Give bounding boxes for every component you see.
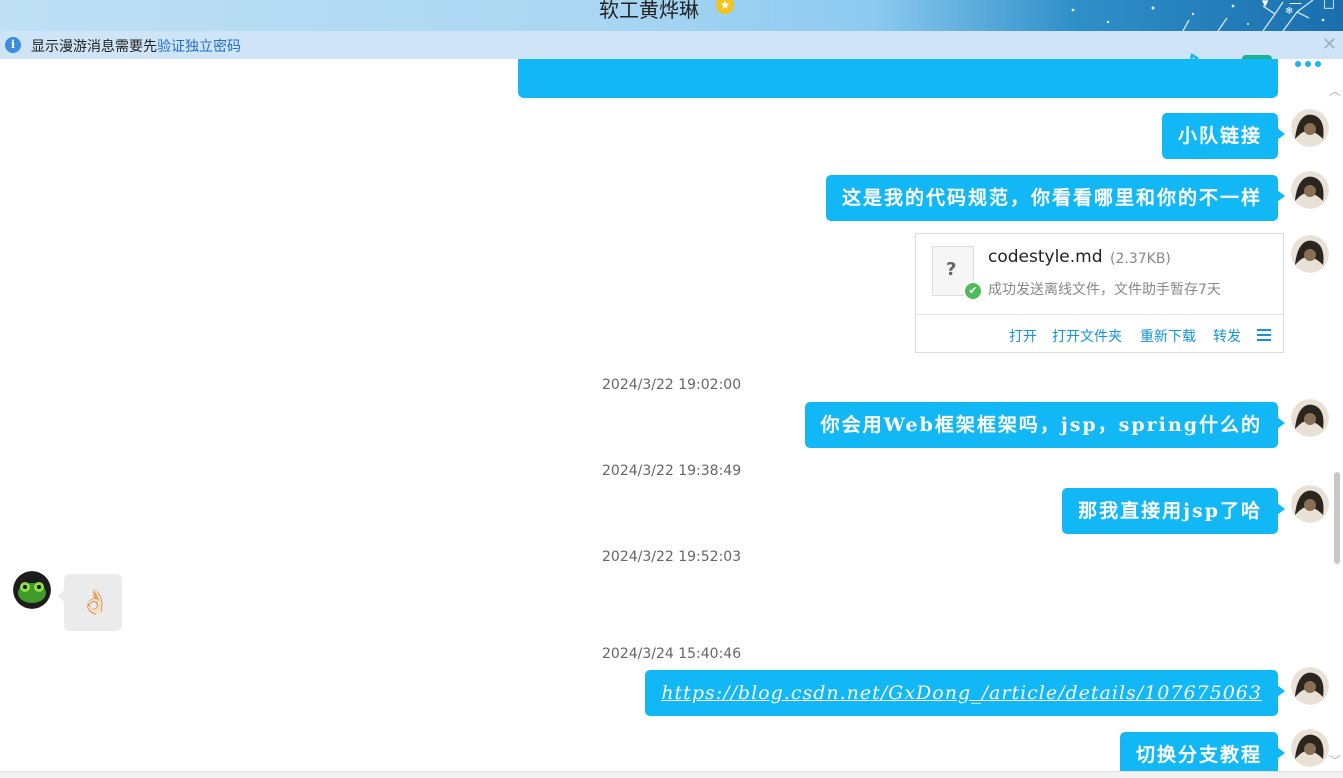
message-list[interactable]: 小队链接 这是我的代码规范，你看看哪里和你的不一样 ? ✔ codestyle.… bbox=[0, 53, 1343, 778]
minimize-icon[interactable]: — bbox=[1289, 0, 1302, 11]
self-avatar[interactable] bbox=[1291, 485, 1329, 523]
menu-icon[interactable] bbox=[1257, 329, 1271, 341]
scroll-up-icon[interactable]: ︿ bbox=[1329, 82, 1341, 99]
divider bbox=[916, 314, 1283, 315]
self-avatar[interactable] bbox=[1291, 399, 1329, 437]
dropdown-icon[interactable]: ▾ bbox=[1262, 0, 1269, 11]
timestamp: 2024/3/22 19:02:00 bbox=[602, 377, 742, 393]
star-badge-icon: ★ bbox=[716, 0, 734, 14]
redownload-button[interactable]: 重新下载 bbox=[1140, 326, 1196, 346]
chat-window: 软工黄烨琳 ★ ❄ ▾ — □ i 显示漫游消息需要先验证独立密码 ✕ 小队链接… bbox=[0, 0, 1343, 778]
open-file-button[interactable]: 打开 bbox=[1009, 326, 1037, 346]
link-message-bubble[interactable]: https://blog.csdn.net/GxDong_/article/de… bbox=[645, 670, 1285, 716]
window-title: 软工黄烨琳 bbox=[599, 0, 699, 22]
notice-text: 显示漫游消息需要先验证独立密码 bbox=[31, 36, 241, 56]
more-icon[interactable] bbox=[1294, 59, 1324, 69]
timestamp: 2024/3/22 19:52:03 bbox=[602, 549, 742, 565]
file-size: (2.37KB) bbox=[1110, 251, 1171, 267]
message-bubble[interactable]: 那我直接用jsp了哈 bbox=[1062, 488, 1285, 534]
input-area-divider bbox=[0, 771, 1343, 778]
self-avatar[interactable] bbox=[1291, 729, 1329, 767]
message-bubble[interactable]: 你会用Web框架框架吗，jsp，spring什么的 bbox=[804, 402, 1286, 448]
scroll-down-icon[interactable]: ﹀ bbox=[1329, 752, 1341, 769]
notice-prefix: 显示漫游消息需要先 bbox=[31, 39, 157, 55]
forward-button[interactable]: 转发 bbox=[1213, 326, 1241, 346]
info-icon: i bbox=[5, 37, 21, 53]
timestamp: 2024/3/22 19:38:49 bbox=[602, 463, 742, 479]
notice-bar: i 显示漫游消息需要先验证独立密码 ✕ bbox=[0, 31, 1343, 59]
message-bubble[interactable]: 小队链接 bbox=[1161, 113, 1286, 159]
message-bubble[interactable]: 这是我的代码规范，你看看哪里和你的不一样 bbox=[825, 175, 1286, 221]
timestamp: 2024/3/24 15:40:46 bbox=[602, 646, 742, 662]
window-controls[interactable]: ▾ — □ bbox=[1262, 0, 1335, 11]
close-icon[interactable]: ✕ bbox=[1322, 34, 1337, 55]
scrollbar-thumb[interactable] bbox=[1334, 472, 1340, 564]
title-bar[interactable]: 软工黄烨琳 ★ ❄ ▾ — □ bbox=[0, 0, 1343, 31]
file-status: 成功发送离线文件，文件助手暂存7天 bbox=[988, 282, 1221, 298]
self-avatar[interactable] bbox=[1291, 109, 1329, 147]
emoji-message-bubble[interactable]: 👌🏻 bbox=[57, 574, 122, 631]
file-message-card[interactable]: ? ✔ codestyle.md (2.37KB) 成功发送离线文件，文件助手暂… bbox=[915, 233, 1284, 353]
unknown-file-icon: ? bbox=[946, 259, 957, 280]
file-name[interactable]: codestyle.md bbox=[988, 247, 1103, 267]
ok-hand-icon: 👌🏻 bbox=[80, 588, 110, 616]
self-avatar[interactable] bbox=[1291, 171, 1329, 209]
verify-password-link[interactable]: 验证独立密码 bbox=[157, 39, 241, 55]
previous-message-bubble[interactable] bbox=[518, 59, 1278, 98]
check-icon: ✔ bbox=[963, 281, 983, 301]
open-folder-button[interactable]: 打开文件夹 bbox=[1052, 326, 1122, 346]
contact-avatar[interactable] bbox=[13, 571, 51, 609]
self-avatar[interactable] bbox=[1291, 667, 1329, 705]
maximize-icon[interactable]: □ bbox=[1323, 0, 1335, 11]
self-avatar[interactable] bbox=[1291, 235, 1329, 273]
